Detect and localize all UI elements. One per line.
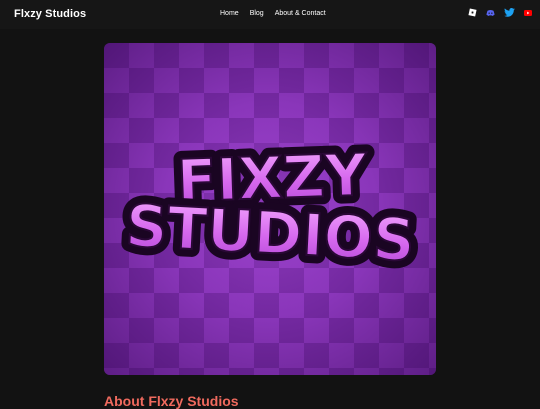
discord-icon[interactable] xyxy=(486,9,495,17)
roblox-icon[interactable] xyxy=(468,8,477,17)
about-heading: About Flxzy Studios xyxy=(104,393,239,409)
top-nav-bar: Flxzy Studios Home Blog About & Contact xyxy=(0,0,540,29)
hero-logo-image: FIXZY FIXZY STUDIOS STUDIOS xyxy=(104,43,436,375)
social-links xyxy=(468,8,532,17)
twitter-icon[interactable] xyxy=(504,8,515,17)
fixzy-studios-logo: FIXZY FIXZY STUDIOS STUDIOS xyxy=(116,133,424,283)
nav-link-blog[interactable]: Blog xyxy=(250,10,264,17)
site-title-link[interactable]: Flxzy Studios xyxy=(14,8,86,20)
nav-link-about-contact[interactable]: About & Contact xyxy=(275,10,326,17)
logo-line2: STUDIOS xyxy=(124,191,416,274)
youtube-icon[interactable] xyxy=(524,9,532,16)
main-nav: Home Blog About & Contact xyxy=(220,10,326,17)
nav-link-home[interactable]: Home xyxy=(220,10,239,17)
